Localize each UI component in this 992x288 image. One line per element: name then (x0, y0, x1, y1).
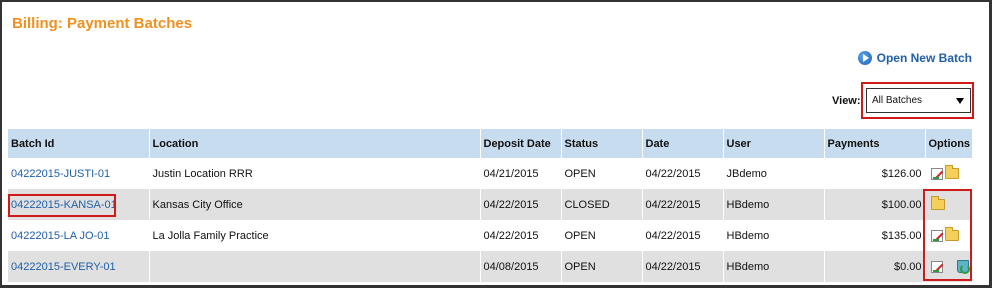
options-cell (925, 158, 973, 189)
date-cell: 04/22/2015 (642, 251, 724, 282)
status-cell: OPEN (561, 220, 643, 251)
location-cell: La Jolla Family Practice (149, 220, 481, 251)
table-row: 04222015-KANSA-01 Kansas City Office 04/… (8, 189, 973, 220)
deposit-date-cell: 04/22/2015 (480, 189, 562, 220)
table-row: 04222015-JUSTI-01 Justin Location RRR 04… (8, 158, 973, 189)
table-row: 04222015-EVERY-01 04/08/2015 OPEN 04/22/… (8, 251, 973, 282)
date-cell: 04/22/2015 (642, 220, 724, 251)
page-title: Billing: Payment Batches (12, 15, 193, 32)
user-cell: HBdemo (723, 189, 825, 220)
status-cell: CLOSED (561, 189, 643, 220)
location-cell (149, 251, 481, 282)
batch-id-link[interactable]: 04222015-LA JO-01 (11, 230, 109, 242)
date-cell: 04/22/2015 (642, 189, 724, 220)
status-cell: OPEN (561, 251, 643, 282)
location-cell: Justin Location RRR (149, 158, 481, 189)
column-header-status[interactable]: Status (561, 129, 643, 158)
arrow-right-circle-icon (857, 51, 872, 65)
column-header-payments[interactable]: Payments (824, 129, 926, 158)
status-cell: OPEN (561, 158, 643, 189)
column-header-location[interactable]: Location (149, 129, 481, 158)
edit-icon[interactable] (930, 167, 943, 180)
deposit-date-cell: 04/08/2015 (480, 251, 562, 282)
column-header-date[interactable]: Date (642, 129, 724, 158)
table-row: 04222015-LA JO-01 La Jolla Family Practi… (8, 220, 973, 251)
batch-id-link[interactable]: 04222015-EVERY-01 (11, 261, 116, 273)
open-new-batch-link[interactable]: Open New Batch (857, 51, 972, 65)
location-cell: Kansas City Office (149, 189, 481, 220)
user-cell: HBdemo (723, 220, 825, 251)
highlight-box-view-select (861, 82, 974, 119)
batch-id-link[interactable]: 04222015-JUSTI-01 (11, 168, 110, 180)
deposit-date-cell: 04/22/2015 (480, 220, 562, 251)
payments-cell: $135.00 (824, 220, 926, 251)
column-header-deposit-date[interactable]: Deposit Date (480, 129, 562, 158)
payments-cell: $126.00 (824, 158, 926, 189)
user-cell: HBdemo (723, 251, 825, 282)
highlight-box-batch-id (8, 194, 116, 217)
highlight-box-options (923, 189, 972, 281)
payments-cell: $100.00 (824, 189, 926, 220)
column-header-user[interactable]: User (723, 129, 825, 158)
batches-table: Batch Id Location Deposit Date Status Da… (8, 129, 973, 282)
deposit-date-cell: 04/21/2015 (480, 158, 562, 189)
table-header-row: Batch Id Location Deposit Date Status Da… (8, 129, 973, 158)
view-label: View: (832, 95, 861, 107)
open-new-batch-label: Open New Batch (876, 51, 972, 65)
column-header-options: Options (925, 129, 973, 158)
user-cell: JBdemo (723, 158, 825, 189)
payments-cell: $0.00 (824, 251, 926, 282)
column-header-batch-id[interactable]: Batch Id (8, 129, 150, 158)
date-cell: 04/22/2015 (642, 158, 724, 189)
folder-icon[interactable] (944, 165, 959, 179)
